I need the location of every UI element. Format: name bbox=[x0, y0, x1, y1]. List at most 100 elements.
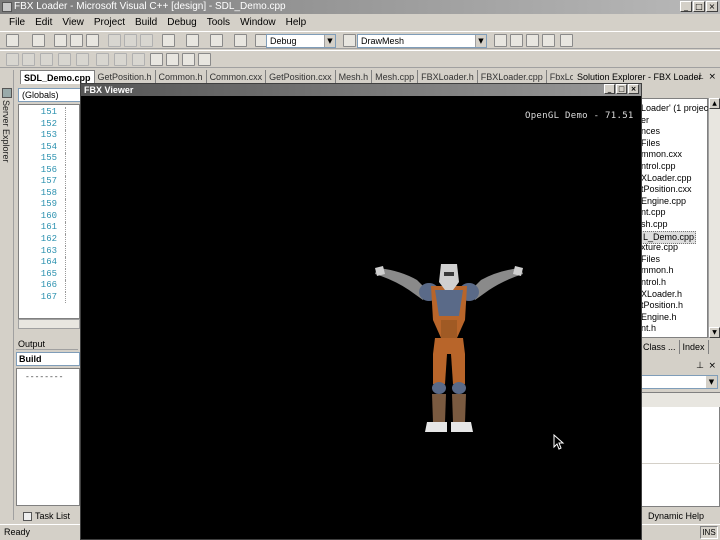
copy-icon[interactable] bbox=[124, 34, 137, 47]
fbx-viewer-title-bar[interactable]: FBX Viewer _ □ × bbox=[81, 84, 641, 96]
tree-item[interactable]: mmon.cxx bbox=[641, 149, 682, 161]
tab-sdl-demo-cpp[interactable]: SDL_Demo.cpp bbox=[20, 70, 95, 84]
pin-icon[interactable]: ⊥ bbox=[696, 360, 704, 372]
tab-common-h[interactable]: Common.h bbox=[156, 70, 207, 84]
parameter-info-icon[interactable] bbox=[76, 53, 89, 66]
menu-window[interactable]: Window bbox=[235, 15, 281, 30]
add-item-icon[interactable] bbox=[32, 34, 45, 47]
properties-icon[interactable] bbox=[526, 34, 539, 47]
solution-explorer-icon[interactable] bbox=[510, 34, 523, 47]
tree-item[interactable]: XLoader.cpp bbox=[641, 173, 692, 185]
next-bookmark-icon[interactable] bbox=[166, 53, 179, 66]
word-wrap-icon[interactable] bbox=[40, 53, 53, 66]
menu-project[interactable]: Project bbox=[89, 15, 130, 30]
clear-bookmarks-icon[interactable] bbox=[198, 53, 211, 66]
tab-getposition-cxx[interactable]: GetPosition.cxx bbox=[266, 70, 336, 84]
right-shin bbox=[452, 394, 466, 422]
tree-item[interactable]: er bbox=[641, 115, 649, 127]
output-pane[interactable]: -------- bbox=[16, 368, 80, 506]
minimize-button[interactable]: _ bbox=[680, 1, 692, 12]
pin-icon[interactable]: ⊥ bbox=[696, 70, 704, 84]
dynamic-help-tab[interactable]: Dynamic Help bbox=[640, 509, 720, 523]
tree-item[interactable]: Engine.h bbox=[641, 312, 677, 324]
menu-view[interactable]: View bbox=[57, 15, 89, 30]
tree-item[interactable]: Files bbox=[641, 254, 660, 266]
redo-icon[interactable] bbox=[186, 34, 199, 47]
tree-item[interactable]: Loader' (1 project) bbox=[641, 103, 714, 115]
tree-item[interactable]: XLoader.h bbox=[641, 289, 682, 301]
tree-item[interactable]: xture.cpp bbox=[641, 242, 678, 254]
server-explorer-tab[interactable]: Server Explorer bbox=[1, 100, 11, 163]
save-icon[interactable] bbox=[70, 34, 83, 47]
fbx-close-button[interactable]: × bbox=[628, 84, 639, 94]
new-project-icon[interactable] bbox=[6, 34, 19, 47]
toggle-bookmark-icon[interactable] bbox=[150, 53, 163, 66]
tab-class-view[interactable]: Class ... bbox=[640, 340, 680, 354]
tab-index[interactable]: Index bbox=[680, 340, 709, 354]
tree-item[interactable]: nt.cpp bbox=[641, 207, 666, 219]
cut-icon[interactable] bbox=[108, 34, 121, 47]
save-all-icon[interactable] bbox=[86, 34, 99, 47]
find-combo[interactable]: DrawMesh ▼ bbox=[357, 34, 487, 48]
menu-tools[interactable]: Tools bbox=[202, 15, 235, 30]
find-icon[interactable] bbox=[343, 34, 356, 47]
tab-fbxloader-cpp[interactable]: FBXLoader.cpp bbox=[478, 70, 547, 84]
toolbox-icon[interactable] bbox=[542, 34, 555, 47]
fbx-minimize-button[interactable]: _ bbox=[604, 84, 615, 94]
fbx-viewer-window[interactable]: FBX Viewer _ □ × OpenGL Demo - 71.51 bbox=[80, 83, 642, 540]
tree-item[interactable]: nces bbox=[641, 126, 660, 138]
tab-fbxloader-cpp-2[interactable]: FbxLoader.cpp bbox=[547, 70, 573, 84]
code-editor[interactable]: 151 152 153 154 155 156 157 158 159 160 161 162 163 1… bbox=[18, 104, 80, 319]
menu-debug[interactable]: Debug bbox=[162, 15, 201, 30]
tree-item[interactable]: ntrol.cpp bbox=[641, 161, 676, 173]
tab-fbxloader-h[interactable]: FBXLoader.h bbox=[418, 70, 478, 84]
undo-icon[interactable] bbox=[162, 34, 175, 47]
tree-item[interactable]: nt.h bbox=[641, 323, 656, 335]
navigate-forward-icon[interactable] bbox=[234, 34, 247, 47]
tree-item[interactable]: Engine.cpp bbox=[641, 196, 686, 208]
menu-file[interactable]: File bbox=[4, 15, 30, 30]
uncomment-icon[interactable] bbox=[132, 53, 145, 66]
output-source-select[interactable]: Build bbox=[16, 352, 80, 366]
scroll-down-icon[interactable]: ▼ bbox=[709, 327, 720, 338]
solution-config-select[interactable]: Debug ▼ bbox=[266, 34, 336, 48]
tree-item[interactable]: tPosition.cxx bbox=[641, 184, 692, 196]
editor-horizontal-scrollbar[interactable] bbox=[18, 319, 80, 329]
menu-help[interactable]: Help bbox=[281, 15, 312, 30]
properties-object-select[interactable]: ▼ bbox=[640, 375, 718, 389]
tree-item[interactable]: sh.cpp bbox=[641, 219, 668, 231]
maximize-button[interactable]: □ bbox=[693, 1, 705, 12]
open-file-icon[interactable] bbox=[54, 34, 67, 47]
indent-icon[interactable] bbox=[6, 53, 19, 66]
left-knee bbox=[432, 382, 446, 394]
navigate-back-icon[interactable] bbox=[210, 34, 223, 47]
menu-build[interactable]: Build bbox=[130, 15, 162, 30]
tab-getposition-h[interactable]: GetPosition.h bbox=[95, 70, 156, 84]
task-list-tab[interactable]: Task List bbox=[20, 509, 76, 523]
outdent-icon[interactable] bbox=[22, 53, 35, 66]
tab-mesh-cpp[interactable]: Mesh.cpp bbox=[372, 70, 419, 84]
menu-edit[interactable]: Edit bbox=[30, 15, 57, 30]
close-button[interactable]: × bbox=[706, 1, 718, 12]
fbx-maximize-button[interactable]: □ bbox=[616, 84, 627, 94]
close-icon[interactable]: × bbox=[708, 70, 716, 84]
tree-item[interactable]: mmon.h bbox=[641, 265, 674, 277]
comment-icon[interactable] bbox=[114, 53, 127, 66]
list-members-icon[interactable] bbox=[58, 53, 71, 66]
properties-grid[interactable] bbox=[640, 392, 720, 507]
solution-tree-scrollbar[interactable]: ▲ ▼ bbox=[708, 98, 720, 338]
tab-mesh-h[interactable]: Mesh.h bbox=[336, 70, 373, 84]
paste-icon[interactable] bbox=[140, 34, 153, 47]
scroll-up-icon[interactable]: ▲ bbox=[709, 98, 720, 109]
find-in-files-icon[interactable] bbox=[494, 34, 507, 47]
scope-select[interactable]: (Globals) bbox=[18, 88, 88, 102]
previous-bookmark-icon[interactable] bbox=[182, 53, 195, 66]
close-icon[interactable]: × bbox=[708, 360, 716, 372]
tree-item[interactable]: Files bbox=[641, 138, 660, 150]
tab-common-cxx[interactable]: Common.cxx bbox=[207, 70, 267, 84]
server-explorer-icon[interactable] bbox=[2, 88, 12, 98]
tools-icon[interactable] bbox=[560, 34, 573, 47]
quick-info-icon[interactable] bbox=[96, 53, 109, 66]
tree-item[interactable]: tPosition.h bbox=[641, 300, 683, 312]
tree-item[interactable]: ntrol.h bbox=[641, 277, 666, 289]
